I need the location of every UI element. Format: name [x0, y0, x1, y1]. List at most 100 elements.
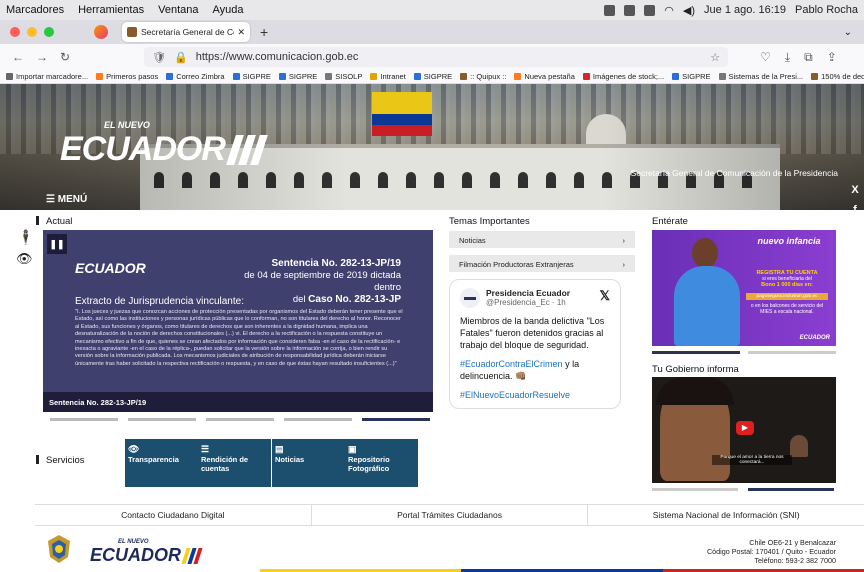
eye-icon[interactable]: 👁 [16, 251, 33, 267]
video-indicator[interactable] [652, 488, 738, 491]
menu-marcadores[interactable]: Marcadores [6, 4, 64, 16]
bookmark-item[interactable]: Imágenes de stock;... [582, 72, 664, 81]
bookmark-favicon-icon [278, 73, 286, 80]
slide-indicator[interactable] [50, 418, 118, 421]
download-icon[interactable]: ⤓ [785, 50, 790, 65]
extract-heading: Extracto de Jurisprudencia vinculante: [75, 296, 244, 307]
service-noticias[interactable]: ▤ Noticias [272, 439, 345, 487]
slide-indicator[interactable] [206, 418, 274, 421]
tweet-header: Presidencia Ecuador @Presidencia_Ec · 1h… [460, 288, 610, 308]
bookmark-item[interactable]: Sistemas de la Presi... [718, 72, 803, 81]
service-transparencia[interactable]: 👁 Transparencia [125, 439, 198, 487]
tweet-handle[interactable]: @Presidencia_Ec · 1h [486, 298, 570, 307]
menu-ventana[interactable]: Ventana [158, 4, 198, 16]
promo-indicator-active[interactable] [652, 351, 740, 354]
status-app-icon[interactable] [624, 4, 636, 16]
bookmark-item[interactable]: SISOLP [325, 72, 362, 81]
menu-herramientas[interactable]: Herramientas [78, 4, 144, 16]
bookmark-item[interactable]: Correo Zimbra [166, 72, 225, 81]
clock[interactable]: Jue 1 ago. 16:19 [704, 4, 786, 16]
temas-item-filmacion[interactable]: Filmación Productoras Extranjeras › [449, 255, 635, 272]
main-menu-button[interactable]: ☰ MENÚ [46, 194, 87, 205]
play-icon[interactable]: ▶ [736, 421, 754, 435]
volume-icon[interactable]: ◀) [683, 4, 695, 17]
bookmark-star-icon[interactable]: ☆ [710, 51, 720, 64]
section-temas: Temas Importantes [449, 216, 530, 227]
pause-icon[interactable]: ❚❚ [47, 234, 67, 254]
temas-item-label: Noticias [459, 236, 486, 245]
reload-icon[interactable]: ↻ [60, 50, 70, 64]
extensions-icon[interactable]: ⧉ [804, 50, 813, 65]
hero-banner: EL NUEVO ECUADOR Secretaría General de C… [0, 84, 864, 210]
embedded-tweet[interactable]: Presidencia Ecuador @Presidencia_Ec · 1h… [449, 279, 621, 409]
status-app-icon[interactable] [604, 4, 616, 16]
bookmark-item[interactable]: Primeros pasos [96, 72, 158, 81]
bookmark-favicon-icon [460, 73, 468, 80]
bookmark-item[interactable]: SIGPRE [413, 72, 452, 81]
bookmark-item[interactable]: :: Quipux :: [460, 72, 506, 81]
new-tab-button[interactable]: + [260, 24, 268, 40]
url-bar[interactable]: 🛡 🔒 https://www.comunicacion.gob.ec ☆ [144, 47, 729, 67]
slide-indicator[interactable] [284, 418, 352, 421]
x-icon[interactable]: X [851, 184, 858, 196]
bookmark-favicon-icon [413, 73, 421, 80]
forward-arrow-icon[interactable]: → [36, 50, 48, 64]
hero-subtitle: Secretaría General de Comunicación de la… [630, 168, 838, 178]
bookmark-item[interactable]: SIGPRE [278, 72, 317, 81]
close-window-button[interactable] [10, 27, 20, 37]
slide-footer[interactable]: Sentencia No. 282-13-JP/19 [43, 392, 433, 412]
temas-item-noticias[interactable]: Noticias › [449, 231, 635, 248]
user-name[interactable]: Pablo Rocha [795, 4, 858, 16]
x-logo-icon[interactable]: 𝕏 [600, 288, 610, 304]
window-controls [10, 27, 54, 37]
tweet-name[interactable]: Presidencia Ecuador [486, 288, 570, 298]
site-logo[interactable]: EL NUEVO ECUADOR [60, 120, 268, 169]
news-slide[interactable]: ❚❚ ECUADOR Sentencia No. 282-13-JP/19 de… [43, 230, 433, 412]
footer-link-sni[interactable]: Sistema Nacional de Información (SNI) [588, 505, 864, 525]
slide-indicator[interactable] [128, 418, 196, 421]
status-app-icon[interactable] [644, 4, 656, 16]
footer-link-contacto[interactable]: Contacto Ciudadano Digital [35, 505, 312, 525]
menu-ayuda[interactable]: Ayuda [212, 4, 243, 16]
firefox-view-icon[interactable] [94, 25, 108, 39]
bookmark-label: :: Quipux :: [470, 72, 507, 81]
close-tab-icon[interactable]: ✕ [237, 27, 245, 38]
footer-link-tramites[interactable]: Portal Trámites Ciudadanos [312, 505, 589, 525]
share-icon[interactable]: ⇪ [827, 50, 837, 65]
video-indicator-active[interactable] [748, 488, 834, 491]
bookmark-item[interactable]: SIGPRE [672, 72, 711, 81]
promo-banner[interactable]: nuevo infancia REGISTRA TU CUENTA si ere… [652, 230, 836, 346]
lock-icon[interactable]: 🔒 [174, 51, 188, 64]
footer-logo[interactable]: EL NUEVO ECUADOR [90, 539, 203, 566]
zoom-window-button[interactable] [44, 27, 54, 37]
promo-indicator[interactable] [748, 351, 836, 354]
tab-active[interactable]: Secretaría General de Comunic ✕ [122, 22, 250, 42]
facebook-icon[interactable]: f [853, 204, 857, 210]
bookmark-item[interactable]: Nueva pestaña [514, 72, 575, 81]
bookmark-item[interactable]: Intranet [370, 72, 406, 81]
url-text[interactable]: https://www.comunicacion.gob.ec [196, 51, 359, 63]
accessibility-icon[interactable]: 🕴 [17, 229, 34, 246]
tweet-hashtag[interactable]: #EcuadorContraElCrimen [460, 359, 563, 369]
pocket-icon[interactable]: ♡ [760, 50, 771, 65]
tab-title: Secretaría General de Comunic [141, 27, 234, 37]
bookmark-item[interactable]: 150% de deducibilid... [811, 72, 864, 81]
section-servicios-label: Servicios [46, 455, 85, 466]
service-rendicion[interactable]: ☰ Rendición de cuentas [198, 439, 271, 487]
list-tabs-chevron-icon[interactable]: ⌄ [844, 27, 852, 38]
footer-logo-big: ECUADOR [90, 545, 182, 565]
tweet-avatar[interactable] [460, 288, 480, 308]
service-repositorio[interactable]: ▣ Repositorio Fotográfico [345, 439, 418, 487]
bookmark-favicon-icon [672, 73, 680, 80]
back-arrow-icon[interactable]: ← [12, 50, 24, 64]
tweet-hashtag[interactable]: #ElNuevoEcuadorResuelve [460, 389, 610, 401]
video-player[interactable]: ▶ Porque el amor a la tierra nos conecta… [652, 377, 836, 483]
promo-text: REGISTRA TU CUENTA si eres beneficiaria … [746, 270, 828, 288]
shield-icon[interactable]: 🛡 [152, 51, 166, 64]
minimize-window-button[interactable] [27, 27, 37, 37]
bookmark-item[interactable]: SIGPRE [232, 72, 271, 81]
wifi-icon[interactable]: ◠ [664, 4, 674, 17]
bookmark-item[interactable]: Importar marcadore... [6, 72, 88, 81]
bookmark-favicon-icon [96, 73, 104, 80]
slide-indicator-active[interactable] [362, 418, 430, 421]
